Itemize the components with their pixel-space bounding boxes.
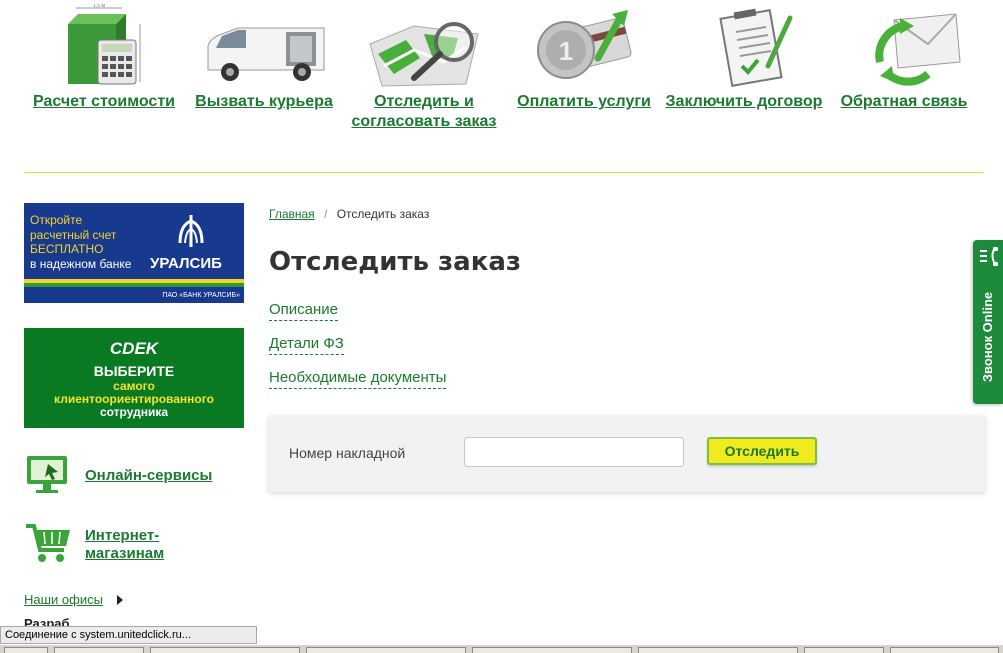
service-calculate-label[interactable]: Расчет стоимости bbox=[24, 92, 184, 112]
uralsib-logo-icon bbox=[178, 215, 204, 247]
call-online-tab[interactable]: Звонок Online bbox=[973, 240, 1003, 404]
browser-status-bar: Соединение с system.unitedclick.ru... bbox=[0, 626, 257, 644]
breadcrumb-home[interactable]: Главная bbox=[269, 207, 315, 221]
sidebar-item-online-services-label[interactable]: Онлайн-сервисы bbox=[85, 467, 212, 485]
waybill-label: Номер накладной bbox=[289, 445, 406, 461]
call-online-label[interactable]: Звонок Online bbox=[980, 292, 996, 382]
uralsib-line4: в надежном банке bbox=[30, 256, 132, 271]
section-link-law-details[interactable]: Детали ФЗ bbox=[269, 334, 344, 355]
cdek-banner[interactable]: СDEK ВЫБЕРИТЕ самого клиентоориентирован… bbox=[24, 328, 244, 428]
map-magnifier-icon bbox=[344, 0, 504, 90]
breadcrumb-current: Отследить заказ bbox=[336, 207, 430, 221]
service-courier-label[interactable]: Вызвать курьера bbox=[184, 92, 344, 112]
cdek-line1: ВЫБЕРИТЕ bbox=[93, 363, 175, 379]
offices-link[interactable]: Наши офисы bbox=[24, 592, 103, 608]
taskbar-button[interactable] bbox=[804, 647, 884, 653]
courier-van-icon bbox=[184, 0, 344, 90]
section-link-description[interactable]: Описание bbox=[269, 300, 339, 321]
offices-arrow-icon[interactable] bbox=[117, 595, 123, 605]
cdek-line3: клиентоориентированного bbox=[54, 392, 214, 406]
breadcrumb-separator: / bbox=[324, 207, 328, 221]
uralsib-stripe-green bbox=[24, 283, 244, 287]
sidebar-cut-heading: Разраб bbox=[24, 617, 70, 626]
services-bar: 1,5 м Расчет стоимости Вызвать курьера О… bbox=[0, 0, 1003, 172]
section-link-documents[interactable]: Необходимые документы bbox=[269, 368, 447, 389]
taskbar-button[interactable] bbox=[150, 647, 300, 653]
cdek-line2: самого bbox=[113, 379, 155, 393]
taskbar bbox=[0, 644, 1003, 653]
svg-text:1: 1 bbox=[559, 36, 573, 66]
uralsib-legal-name: ПАО «БАНК УРАЛСИБ» bbox=[162, 292, 240, 299]
sidebar-item-shops-line2[interactable]: магазинам bbox=[85, 545, 164, 563]
header-divider bbox=[24, 172, 984, 173]
taskbar-button[interactable] bbox=[54, 647, 144, 653]
shopping-cart-icon bbox=[26, 524, 70, 562]
page-title: Отследить заказ bbox=[269, 247, 521, 277]
uralsib-banner[interactable]: Откройте расчетный счет БЕСПЛАТНО в наде… bbox=[24, 203, 244, 303]
feedback-envelope-icon bbox=[824, 0, 984, 90]
sidebar-item-shops-line1[interactable]: Интернет- bbox=[85, 527, 159, 545]
cdek-brand: СDEK bbox=[109, 339, 159, 358]
svg-text:1,5 м: 1,5 м bbox=[93, 4, 105, 9]
uralsib-brand: УРАЛСИБ bbox=[150, 255, 222, 272]
taskbar-tray bbox=[890, 647, 999, 653]
sidebar-item-shops[interactable]: Интернет- магазинам bbox=[24, 520, 244, 570]
track-button[interactable]: Отследить bbox=[707, 437, 817, 465]
uralsib-line3: БЕСПЛАТНО bbox=[30, 242, 104, 256]
taskbar-button[interactable] bbox=[4, 647, 48, 653]
taskbar-button[interactable] bbox=[638, 647, 798, 653]
calculator-box-icon: 1,5 м bbox=[24, 0, 184, 90]
sidebar-item-online-services[interactable]: Онлайн-сервисы bbox=[24, 452, 244, 502]
contract-pen-icon bbox=[664, 0, 824, 90]
service-pay-label[interactable]: Оплатить услуги bbox=[504, 92, 664, 112]
waybill-input[interactable] bbox=[464, 437, 684, 467]
service-track-label[interactable]: Отследить и согласовать заказ bbox=[344, 92, 504, 132]
breadcrumb: Главная / Отследить заказ bbox=[269, 206, 429, 222]
cdek-line4: сотрудника bbox=[99, 405, 169, 419]
phone-icon bbox=[980, 247, 998, 266]
service-feedback-label[interactable]: Обратная связь bbox=[824, 92, 984, 112]
uralsib-banner-text: Откройте расчетный счет БЕСПЛАТНО в наде… bbox=[30, 213, 150, 271]
payment-card-icon: 1 bbox=[504, 0, 664, 90]
taskbar-button[interactable] bbox=[306, 647, 466, 653]
monitor-icon bbox=[27, 456, 67, 493]
uralsib-line1: Откройте bbox=[30, 213, 83, 227]
service-contract-label[interactable]: Заключить договор bbox=[664, 92, 824, 112]
uralsib-line2: расчетный счет bbox=[30, 227, 117, 242]
taskbar-button[interactable] bbox=[472, 647, 632, 653]
track-form: Номер накладной Отследить bbox=[269, 416, 985, 492]
